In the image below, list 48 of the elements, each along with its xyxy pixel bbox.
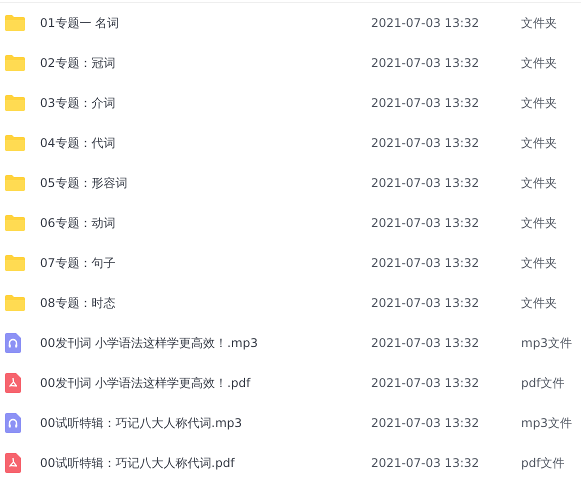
file-name[interactable]: 06专题：动词	[40, 214, 116, 232]
folder-icon	[5, 255, 25, 271]
headphones-icon	[5, 413, 21, 433]
file-name[interactable]: 00发刊词 小学语法这样学更高效！.mp3	[40, 334, 258, 352]
modified-date: 2021-07-03 13:32	[371, 96, 480, 110]
modified-date: 2021-07-03 13:32	[371, 256, 480, 270]
modified-date: 2021-07-03 13:32	[371, 216, 480, 230]
file-type: pdf文件	[521, 374, 564, 392]
headphones-icon	[5, 333, 21, 353]
pdf-icon	[5, 373, 21, 393]
file-name[interactable]: 03专题：介词	[40, 94, 116, 112]
file-type: 文件夹	[521, 54, 557, 72]
folder-icon	[5, 135, 25, 151]
folder-icon	[5, 95, 25, 111]
file-type: mp3文件	[521, 414, 572, 432]
folder-icon	[5, 55, 25, 71]
file-name[interactable]: 00试听特辑：巧记八大人称代词.mp3	[40, 414, 242, 432]
folder-icon	[5, 295, 25, 311]
pdf-icon	[5, 453, 21, 473]
file-type: 文件夹	[521, 254, 557, 272]
folder-icon	[5, 215, 25, 231]
file-name[interactable]: 04专题：代词	[40, 134, 116, 152]
file-name[interactable]: 07专题：句子	[40, 254, 116, 272]
modified-date: 2021-07-03 13:32	[371, 416, 480, 430]
file-name[interactable]: 05专题：形容词	[40, 174, 128, 192]
folder-icon	[5, 175, 25, 191]
file-type: 文件夹	[521, 174, 557, 192]
file-type: 文件夹	[521, 214, 557, 232]
file-type: pdf文件	[521, 454, 564, 472]
modified-date: 2021-07-03 13:32	[371, 376, 480, 390]
modified-date: 2021-07-03 13:32	[371, 176, 480, 190]
file-name[interactable]: 01专题一 名词	[40, 14, 120, 32]
modified-date: 2021-07-03 13:32	[371, 16, 480, 30]
modified-date: 2021-07-03 13:32	[371, 336, 480, 350]
modified-date: 2021-07-03 13:32	[371, 136, 480, 150]
file-type: mp3文件	[521, 334, 572, 352]
file-name[interactable]: 08专题：时态	[40, 294, 116, 312]
file-type: 文件夹	[521, 134, 557, 152]
file-type: 文件夹	[521, 14, 557, 32]
file-type: 文件夹	[521, 94, 557, 112]
modified-date: 2021-07-03 13:32	[371, 456, 480, 470]
file-name[interactable]: 02专题：冠词	[40, 54, 116, 72]
file-type: 文件夹	[521, 294, 557, 312]
modified-date: 2021-07-03 13:32	[371, 56, 480, 70]
file-name[interactable]: 00发刊词 小学语法这样学更高效！.pdf	[40, 374, 250, 392]
folder-icon	[5, 15, 25, 31]
modified-date: 2021-07-03 13:32	[371, 296, 480, 310]
file-name[interactable]: 00试听特辑：巧记八大人称代词.pdf	[40, 454, 235, 472]
